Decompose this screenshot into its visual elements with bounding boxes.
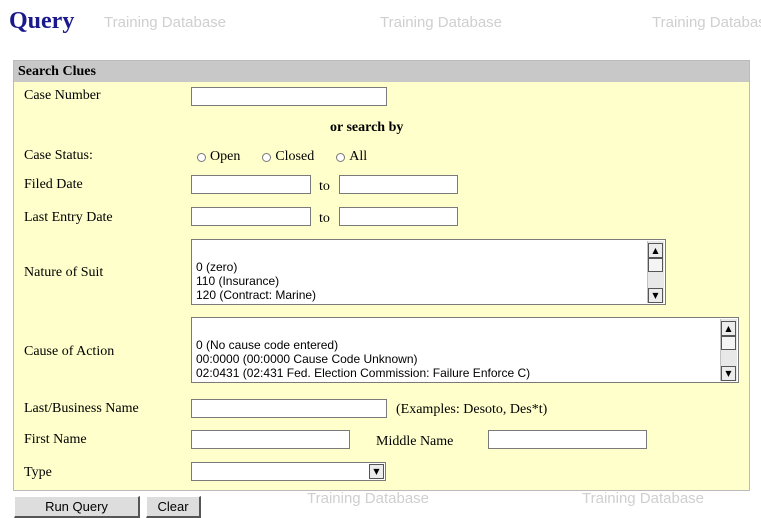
filed-date-to-input[interactable] bbox=[339, 175, 458, 194]
nature-of-suit-options: 0 (zero) 110 (Insurance) 120 (Contract: … bbox=[196, 260, 316, 302]
middle-name-label: Middle Name bbox=[376, 434, 454, 449]
case-status-closed-label: Closed bbox=[275, 149, 315, 164]
case-status-radio-group: Open Closed All bbox=[197, 149, 389, 165]
clear-button[interactable]: Clear bbox=[146, 496, 201, 518]
radio-button-icon[interactable] bbox=[336, 152, 346, 162]
case-status-open-label: Open bbox=[210, 149, 241, 164]
list-item[interactable]: 00:0000 (00:0000 Cause Code Unknown) bbox=[196, 352, 530, 366]
scroll-up-icon[interactable]: ▲ bbox=[648, 243, 663, 258]
case-status-all-label: All bbox=[349, 149, 368, 164]
list-item[interactable]: 110 (Insurance) bbox=[196, 274, 316, 288]
type-label: Type bbox=[24, 465, 52, 480]
chevron-down-icon[interactable]: ▼ bbox=[369, 464, 384, 479]
cause-of-action-label: Cause of Action bbox=[24, 344, 115, 359]
page-title: Query bbox=[9, 8, 75, 34]
case-status-all[interactable]: All bbox=[336, 149, 367, 165]
case-status-label: Case Status: bbox=[24, 148, 93, 163]
run-query-button[interactable]: Run Query bbox=[14, 496, 140, 518]
case-number-label: Case Number bbox=[24, 88, 101, 103]
scrollbar[interactable]: ▲ ▼ bbox=[647, 241, 664, 303]
case-status-open[interactable]: Open bbox=[197, 149, 240, 165]
watermark: Training Database bbox=[582, 490, 705, 507]
type-select[interactable]: ▼ bbox=[191, 462, 386, 481]
watermark: Training Database bbox=[652, 14, 761, 31]
watermark: Training Database bbox=[380, 14, 503, 31]
cause-of-action-options: 0 (No cause code entered) 00:0000 (00:00… bbox=[196, 338, 530, 380]
cause-of-action-listbox[interactable]: 0 (No cause code entered) 00:0000 (00:00… bbox=[191, 317, 739, 383]
filed-date-label: Filed Date bbox=[24, 177, 83, 192]
list-item[interactable]: 0 (zero) bbox=[196, 260, 316, 274]
list-item[interactable]: 02:0431 (02:431 Fed. Election Commission… bbox=[196, 366, 530, 380]
list-item[interactable]: 120 (Contract: Marine) bbox=[196, 288, 316, 302]
filed-date-from-input[interactable] bbox=[191, 175, 311, 194]
scroll-down-icon[interactable]: ▼ bbox=[721, 366, 736, 381]
case-status-closed[interactable]: Closed bbox=[262, 149, 314, 165]
or-search-by-label: or search by bbox=[330, 120, 404, 135]
filed-date-to-label: to bbox=[319, 179, 330, 194]
last-entry-date-label: Last Entry Date bbox=[24, 210, 113, 225]
scroll-up-icon[interactable]: ▲ bbox=[721, 321, 736, 336]
radio-button-icon[interactable] bbox=[197, 152, 206, 162]
nature-of-suit-label: Nature of Suit bbox=[24, 265, 104, 280]
first-name-input[interactable] bbox=[191, 430, 350, 449]
scrollbar[interactable]: ▲ ▼ bbox=[720, 319, 737, 381]
last-entry-date-from-input[interactable] bbox=[191, 207, 311, 226]
panel-header: Search Clues bbox=[14, 61, 749, 82]
radio-button-icon[interactable] bbox=[262, 152, 272, 162]
scroll-down-icon[interactable]: ▼ bbox=[648, 288, 663, 303]
last-entry-date-to-input[interactable] bbox=[339, 207, 458, 226]
list-item[interactable]: 0 (No cause code entered) bbox=[196, 338, 530, 352]
watermark: Training Database bbox=[104, 14, 227, 31]
scrollbar-thumb[interactable] bbox=[721, 336, 736, 350]
scrollbar-thumb[interactable] bbox=[648, 258, 663, 272]
search-clues-panel: Search Clues Case Number or search by Ca… bbox=[13, 60, 750, 491]
first-name-label: First Name bbox=[24, 432, 87, 447]
last-business-name-examples: (Examples: Desoto, Des*t) bbox=[396, 402, 548, 417]
nature-of-suit-listbox[interactable]: 0 (zero) 110 (Insurance) 120 (Contract: … bbox=[191, 239, 666, 305]
last-business-name-label: Last/Business Name bbox=[24, 401, 139, 416]
watermark: Training Database bbox=[307, 490, 430, 507]
case-number-input[interactable] bbox=[191, 87, 387, 106]
middle-name-input[interactable] bbox=[488, 430, 647, 449]
last-entry-date-to-label: to bbox=[319, 211, 330, 226]
last-business-name-input[interactable] bbox=[191, 399, 387, 418]
